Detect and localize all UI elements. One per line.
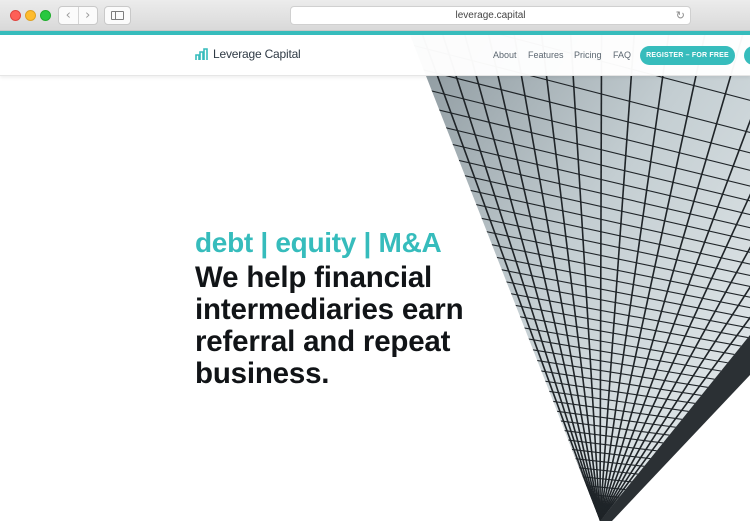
- facade-transom: [410, 455, 750, 496]
- sidebar-icon: [111, 11, 124, 20]
- login-button[interactable]: [744, 46, 750, 65]
- facade-transom: [410, 474, 750, 511]
- close-window-button[interactable]: [10, 10, 21, 21]
- site-logo[interactable]: Leverage Capital: [195, 47, 301, 61]
- logo-mark-icon: [195, 48, 208, 60]
- nav-link-about[interactable]: About: [493, 50, 517, 60]
- history-navigation: ‹ ›: [58, 6, 98, 25]
- nav-link-features[interactable]: Features: [528, 50, 564, 60]
- minimize-window-button[interactable]: [25, 10, 36, 21]
- sidebar-toggle-button[interactable]: [104, 6, 131, 25]
- chevron-right-icon[interactable]: ›: [77, 7, 98, 24]
- facade-transom: [410, 436, 750, 480]
- address-bar[interactable]: leverage.capital ↻: [290, 6, 691, 25]
- reload-icon[interactable]: ↻: [676, 9, 685, 22]
- browser-toolbar: ‹ › leverage.capital ↻: [0, 0, 750, 31]
- maximize-window-button[interactable]: [40, 10, 51, 21]
- nav-link-pricing[interactable]: Pricing: [574, 50, 602, 60]
- facade-transom: [410, 465, 750, 504]
- facade-transom: [410, 426, 750, 472]
- url-text: leverage.capital: [455, 10, 526, 21]
- nav-link-faq[interactable]: FAQ: [613, 50, 631, 60]
- hero-tagline: debt | equity | M&A: [195, 227, 442, 258]
- facade-transom: [410, 493, 750, 521]
- facade-transom: [410, 483, 750, 519]
- logo-text: Leverage Capital: [213, 47, 301, 61]
- site-header: Leverage Capital About Features Pricing …: [0, 35, 750, 76]
- chevron-left-icon[interactable]: ‹: [59, 7, 78, 24]
- register-button[interactable]: REGISTER – FOR FREE: [640, 46, 735, 65]
- facade-transom: [410, 446, 750, 488]
- hero-headline: We help financial intermediaries earn re…: [195, 261, 464, 390]
